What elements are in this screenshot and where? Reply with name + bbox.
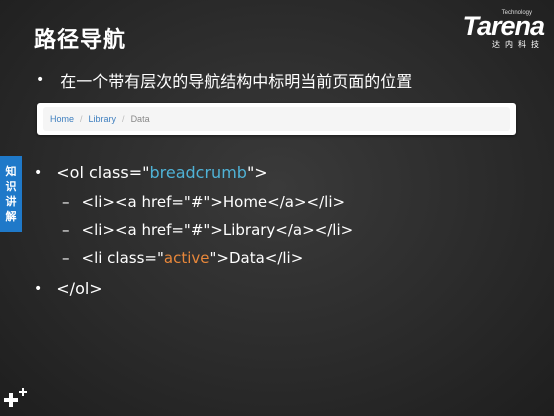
slide-title: 路径导航	[34, 28, 127, 53]
description-text: 在一个带有层次的导航结构中标明当前页面的位置	[60, 72, 413, 91]
breadcrumb: Home / Library / Data	[43, 107, 510, 131]
code-line-ol-open: • <ol class=" breadcrumb ">	[34, 163, 268, 182]
dash-icon: –	[62, 193, 70, 211]
breadcrumb-separator: /	[122, 114, 125, 124]
bullet-icon: •	[34, 164, 43, 181]
code-text: <li><a href="#">Library</a></li>	[81, 221, 354, 239]
breadcrumb-library-link[interactable]: Library	[89, 114, 117, 124]
side-tab-char: 识	[5, 180, 17, 193]
code-line-li-home: – <li><a href="#">Home</a></li>	[62, 193, 345, 211]
code-text: </ol>	[56, 279, 103, 298]
dash-icon: –	[62, 221, 70, 239]
side-tab-char: 解	[5, 210, 17, 223]
breadcrumb-example-panel: Home / Library / Data	[37, 103, 516, 135]
breadcrumb-separator: /	[80, 114, 83, 124]
bullet-description: • 在一个带有层次的导航结构中标明当前页面的位置	[36, 68, 412, 92]
logo-tech-text: Technology	[501, 10, 532, 16]
dash-icon: –	[62, 249, 70, 267]
code-line-ol-close: • </ol>	[34, 279, 103, 298]
code-text: <li><a href="#">Home</a></li>	[81, 193, 346, 211]
knowledge-explain-tab: 知 识 讲 解	[0, 156, 22, 232]
tarena-logo: Technology Tarena 达内科技	[462, 10, 545, 50]
code-line-li-library: – <li><a href="#">Library</a></li>	[62, 221, 353, 239]
code-text: ">Data</li>	[209, 249, 304, 267]
breadcrumb-active-item: Data	[130, 114, 150, 124]
code-line-li-active: – <li class=" active ">Data</li>	[62, 249, 303, 267]
logo-name: Tarena	[462, 11, 545, 41]
plus-sparkle-icon	[4, 388, 27, 407]
bullet-icon: •	[36, 72, 45, 88]
bullet-icon: •	[34, 280, 43, 297]
side-tab-char: 知	[5, 165, 17, 178]
code-keyword: active	[163, 249, 210, 267]
code-text: <ol class="	[56, 163, 150, 182]
side-tab-char: 讲	[5, 195, 17, 208]
code-text: ">	[246, 163, 268, 182]
code-keyword: breadcrumb	[149, 163, 247, 182]
code-text: <li class="	[81, 249, 164, 267]
breadcrumb-home-link[interactable]: Home	[50, 114, 74, 124]
